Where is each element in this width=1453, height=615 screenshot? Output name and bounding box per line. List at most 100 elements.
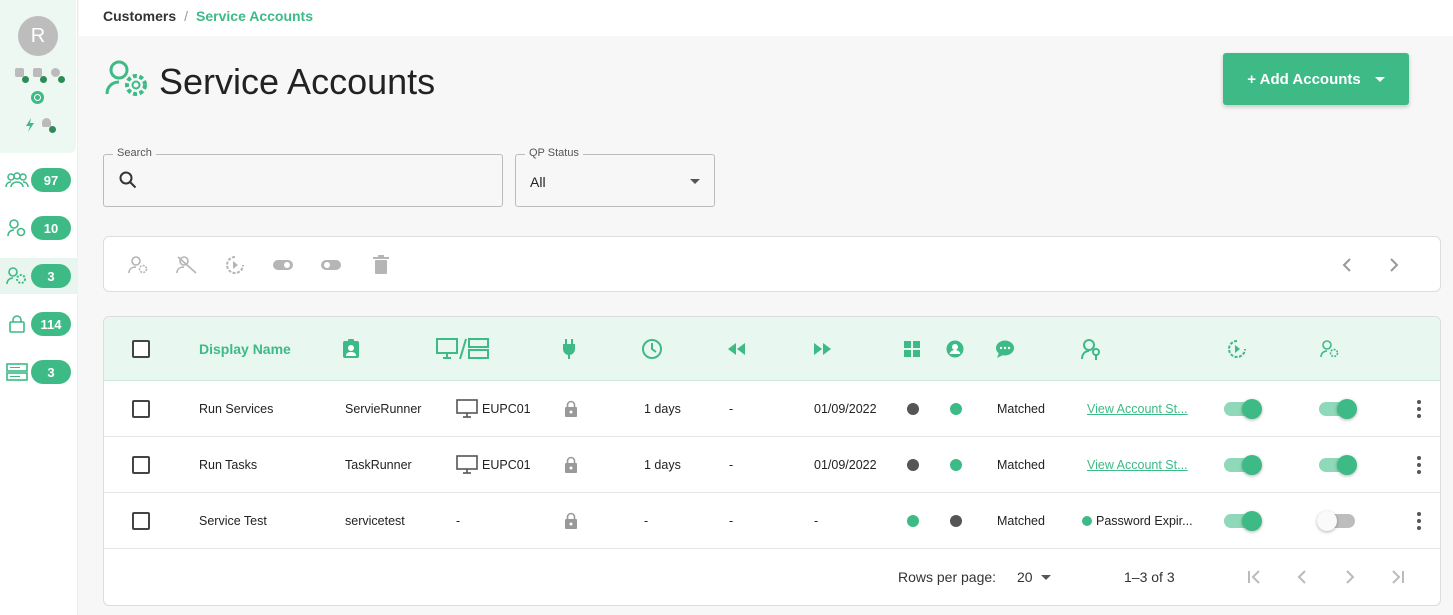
sidebar-item-lock[interactable]: 114 [0,307,78,341]
user-check-icon[interactable] [128,255,150,275]
computer-header[interactable] [436,317,490,381]
user-disable-icon[interactable] [176,255,198,275]
next-change-cell: 01/09/2022 [814,458,877,472]
last-change-header[interactable] [727,317,747,381]
ad-header[interactable] [946,317,964,381]
rotate-password-icon[interactable] [224,255,246,275]
lock-count-badge: 114 [31,312,71,336]
chevron-down-icon [1374,76,1385,82]
display-name-header[interactable]: Display Name [199,317,291,381]
next-change-cell: 01/09/2022 [814,402,877,416]
rows-per-page-select[interactable]: 20 [1017,569,1051,585]
avatar[interactable]: R [18,16,58,56]
add-accounts-button[interactable]: + Add Accounts [1223,53,1409,105]
last-page-icon[interactable] [1388,567,1408,587]
row-checkbox[interactable] [132,456,150,474]
auto-rotate-toggle[interactable] [1224,511,1262,531]
user-settings-count-badge: 10 [31,216,71,240]
auto-rotate-header[interactable] [1228,317,1246,381]
table-row[interactable]: Run Services ServieRunner EUPC01 1 days … [104,381,1440,437]
status-cell: Matched [997,458,1045,472]
interval-cell: 1 days [644,458,681,472]
qp-status-select[interactable]: QP Status All [515,147,715,207]
connection-icons-row [14,118,64,133]
select-all-checkbox[interactable] [132,340,150,358]
last-change-cell: - [729,458,734,472]
auto-rotate-toggle[interactable] [1224,399,1262,419]
next-page-icon[interactable] [1340,567,1360,587]
view-account-status-link[interactable]: View Account St... [1087,458,1188,472]
more-vert-icon[interactable] [1417,456,1421,474]
auto-rotate-cell [1224,381,1262,437]
user-key-icon [1081,339,1100,360]
computer-name: EUPC01 [482,402,531,416]
username-cell: ServieRunner [345,402,422,416]
chevron-right-icon[interactable] [1384,255,1404,275]
breadcrumb: Customers / Service Accounts [103,8,313,24]
service-accounts-table: Display Name Run Services ServieRunner E… [103,316,1441,606]
last-change-cell: - [729,402,734,416]
chevron-down-icon [1040,574,1051,580]
user-badge-icon [343,339,359,358]
search-label: Search [113,147,156,159]
managed-cell [1319,381,1357,437]
lock-icon [5,314,29,334]
row-checkbox-cell [132,493,150,549]
row-checkbox[interactable] [132,512,150,530]
page-header: Service Accounts [105,60,435,103]
computer-name: EUPC01 [482,458,531,472]
managed-toggle[interactable] [1317,511,1355,531]
clock-icon [642,339,662,359]
managed-toggle[interactable] [1319,399,1357,419]
auto-rotate-toggle[interactable] [1224,455,1262,475]
rows-per-page-value: 20 [1017,569,1033,585]
windows-status-dot [907,459,919,471]
status-header[interactable] [995,317,1015,381]
sidebar-profile-panel: R [0,0,76,153]
toggle-on-icon[interactable] [272,255,294,275]
managed-header[interactable] [1320,317,1340,381]
chevron-left-icon[interactable] [1337,255,1357,275]
managed-toggle[interactable] [1319,455,1357,475]
password-status-header[interactable] [1080,317,1102,381]
more-vert-icon[interactable] [1417,512,1421,530]
chat-icon [996,340,1014,358]
first-page-icon[interactable] [1244,567,1264,587]
password-status-cell: Password Expir... [1082,493,1193,549]
rewind-icon [728,343,745,355]
windows-status-icon [15,68,29,83]
interval-cell: - [644,514,649,528]
breadcrumb-customers[interactable]: Customers [103,8,176,24]
row-checkbox[interactable] [132,400,150,418]
search-status-icon [51,68,65,83]
table-row[interactable]: Service Test servicetest - - - - Matched… [104,493,1440,549]
auto-rotate-cell [1224,493,1262,549]
interval-header[interactable] [641,317,663,381]
sidebar-item-user-settings[interactable]: 10 [0,211,78,245]
username-header[interactable] [342,317,360,381]
connection-header[interactable] [562,317,576,381]
search-input[interactable] [146,167,486,195]
lock-icon [565,456,577,473]
sidebar-item-servers[interactable]: 3 [0,355,78,389]
sidebar-item-service-accounts[interactable]: 3 [0,258,78,294]
action-toolbar [103,236,1441,292]
user-settings-icon [5,218,29,238]
password-expiry-text: Password Expir... [1096,514,1193,528]
status-cell: Matched [997,402,1045,416]
prev-page-icon[interactable] [1292,567,1312,587]
trash-icon[interactable] [370,255,392,275]
windows-header[interactable] [904,317,920,381]
users-count-badge: 97 [31,168,71,192]
table-row[interactable]: Run Tasks TaskRunner EUPC01 1 days - 01/… [104,437,1440,493]
connection-cell [564,437,578,493]
password-status-cell: View Account St... [1087,381,1188,437]
view-account-status-link[interactable]: View Account St... [1087,402,1188,416]
more-vert-icon[interactable] [1417,400,1421,418]
search-field[interactable]: Search [103,147,503,207]
next-change-header[interactable] [812,317,832,381]
servers-count-badge: 3 [31,360,71,384]
dropdown-arrow-icon [690,179,700,184]
toggle-off-icon[interactable] [320,255,342,275]
sidebar-item-users[interactable]: 97 [0,163,78,197]
